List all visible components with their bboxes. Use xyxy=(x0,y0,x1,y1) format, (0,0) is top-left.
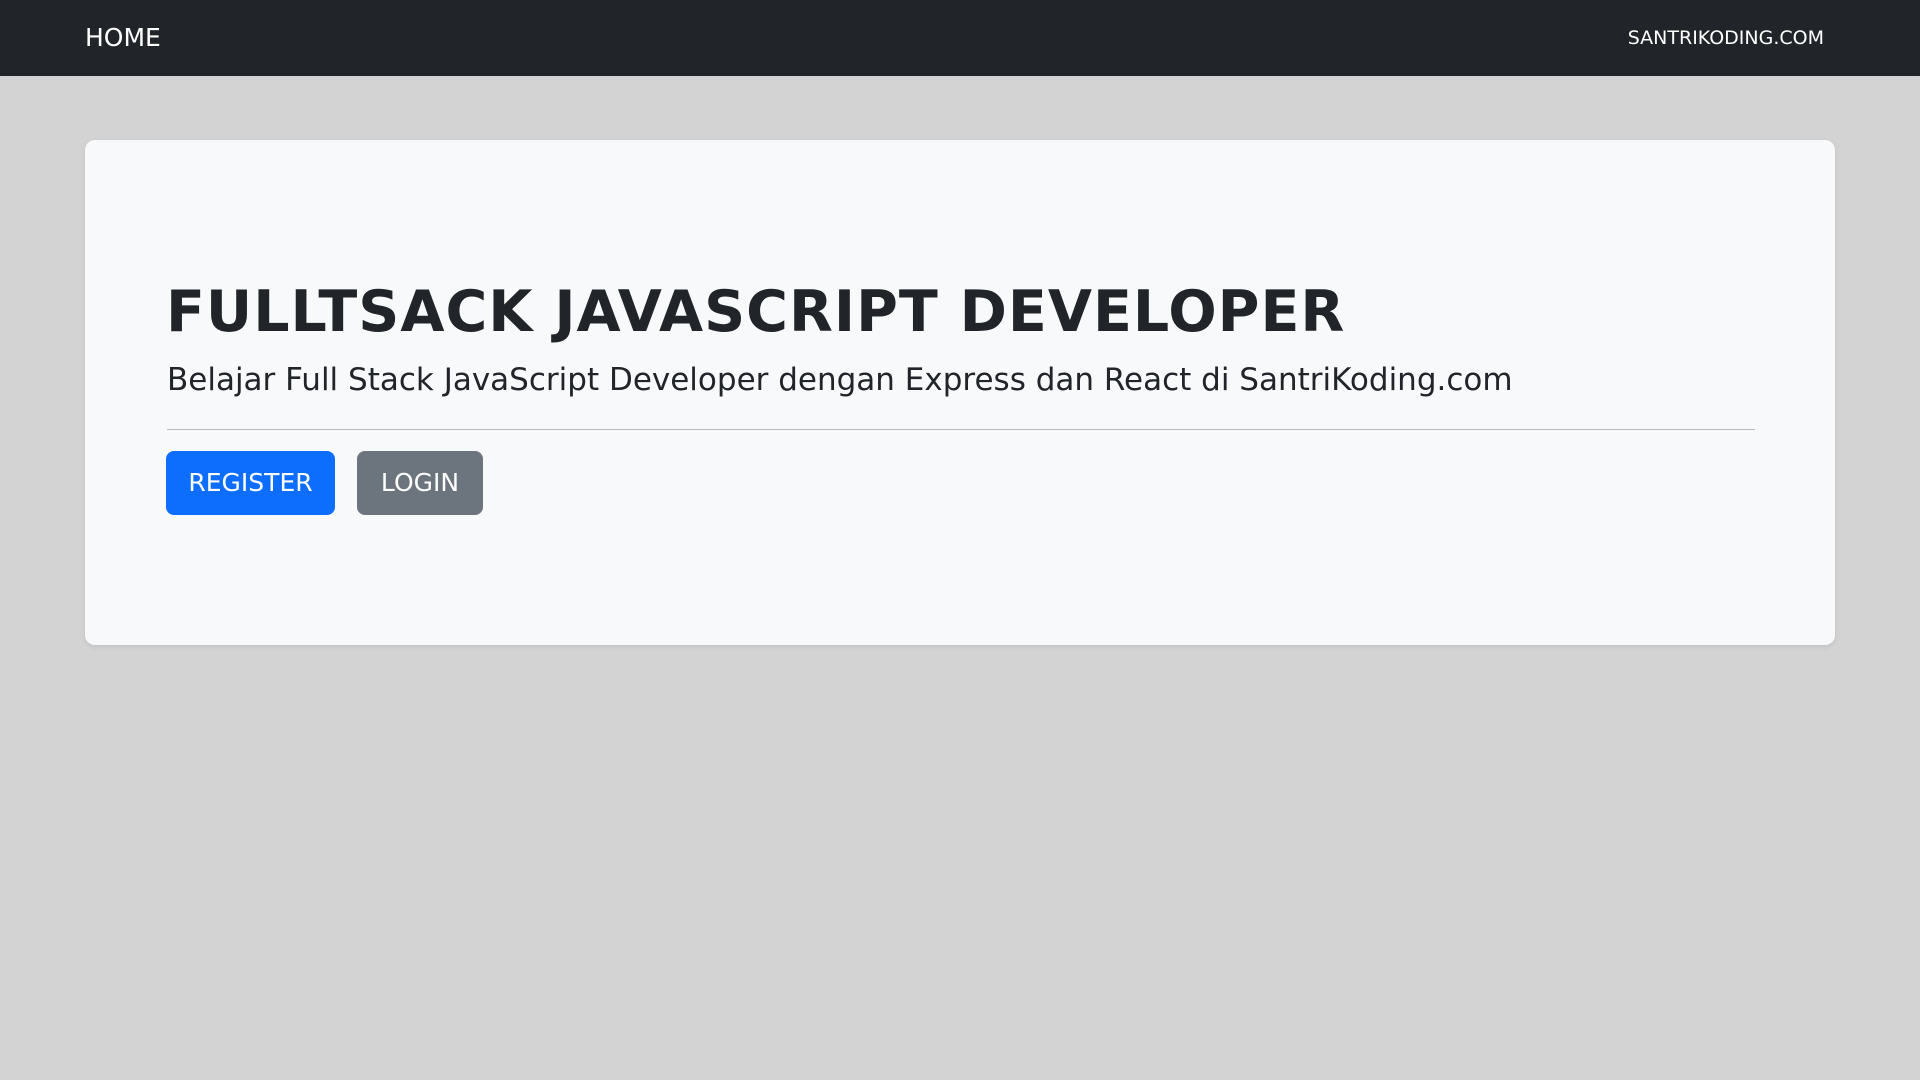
nav-home-link[interactable]: HOME xyxy=(85,20,161,56)
hero-divider xyxy=(167,429,1755,430)
hero-lead: Belajar Full Stack JavaScript Developer … xyxy=(167,362,1513,398)
nav-brand-link[interactable]: SANTRIKODING.COM xyxy=(1628,22,1824,54)
hero-title: FULLTSACK JAVASCRIPT DEVELOPER xyxy=(166,279,1346,345)
navbar: HOME SANTRIKODING.COM xyxy=(0,0,1920,76)
hero-card: FULLTSACK JAVASCRIPT DEVELOPER Belajar F… xyxy=(85,140,1835,645)
login-button[interactable]: LOGIN xyxy=(357,451,483,515)
register-button[interactable]: REGISTER xyxy=(166,451,335,515)
